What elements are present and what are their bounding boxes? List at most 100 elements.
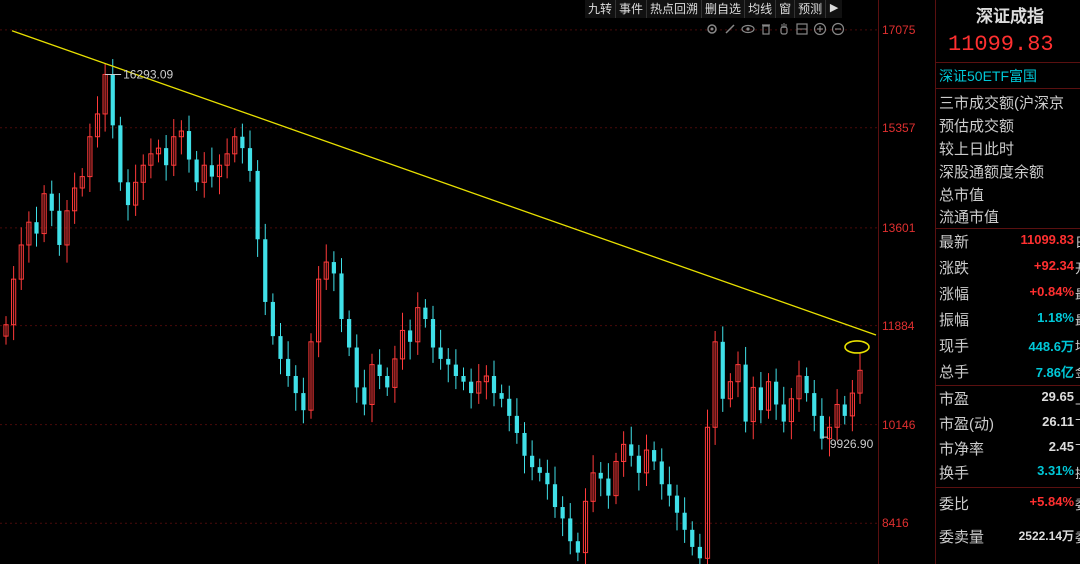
- candle-body: [758, 387, 763, 411]
- candle-body: [804, 376, 809, 394]
- zoom-out-icon[interactable]: [831, 22, 845, 36]
- y-tick-label: 11884: [882, 318, 915, 333]
- divider: [936, 228, 1080, 229]
- candle-body: [377, 364, 382, 376]
- draw-icon[interactable]: [723, 22, 737, 36]
- divider: [936, 385, 1080, 386]
- candle-body: [110, 74, 115, 126]
- row-total-volume-value: 7.86亿: [1035, 365, 1074, 380]
- row-pe-label: 市盈: [939, 391, 970, 408]
- candle-body: [347, 319, 352, 348]
- candle-body: [469, 381, 474, 394]
- row-change-pct-label: 涨幅: [939, 286, 970, 303]
- hand-icon[interactable]: [777, 22, 791, 36]
- candle-body: [34, 222, 39, 234]
- candle-body: [842, 404, 847, 416]
- candle-body: [720, 341, 725, 399]
- row-latest-value: 11099.83: [1020, 232, 1074, 247]
- moving-average-button[interactable]: 均线: [744, 0, 775, 18]
- collapse-arrow-icon[interactable]: ▶: [825, 0, 842, 18]
- row-turnover-value: 3.31%: [1037, 463, 1074, 478]
- related-etf-link[interactable]: 深证50ETF富国: [939, 66, 1037, 86]
- chart-canvas[interactable]: 16293.09 9926.90: [0, 0, 878, 564]
- candle-body: [286, 358, 291, 376]
- candle-body: [385, 376, 390, 388]
- y-tick-label: 8416: [882, 516, 909, 531]
- tool-event-button[interactable]: 事件: [615, 0, 646, 18]
- candle-body: [690, 529, 695, 547]
- candle-body: [629, 444, 634, 456]
- candle-body: [667, 484, 672, 496]
- row-current-volume-suffix: 均: [1075, 336, 1080, 355]
- candle-body: [57, 210, 62, 245]
- row-pe-dynamic-label: 市盈(动): [939, 416, 994, 433]
- row-total-volume-label: 总手: [939, 364, 970, 381]
- candle-body: [499, 393, 504, 399]
- row-bid-ratio-value: +5.84%: [1029, 494, 1074, 509]
- candle-body: [438, 347, 443, 359]
- y-tick-label: 13601: [882, 220, 916, 235]
- row-ask-volume-value: 2522.14万: [1018, 529, 1074, 543]
- row-change-pct-value: +0.84%: [1029, 284, 1074, 299]
- layers-icon[interactable]: [795, 22, 809, 36]
- highlight-ellipse: [844, 340, 870, 354]
- candle-body: [186, 131, 192, 160]
- trash-icon[interactable]: [759, 22, 773, 36]
- candle-body: [354, 347, 359, 388]
- candle-body: [568, 518, 573, 542]
- candle-body: [49, 193, 54, 211]
- remove-favorite-button[interactable]: 删自选: [701, 0, 744, 18]
- row-change-value: +92.34: [1033, 258, 1074, 273]
- row-total-volume-suffix: 金: [1075, 362, 1080, 381]
- candle-body: [247, 148, 253, 171]
- info-float-market-cap: 流通市值: [939, 209, 1000, 226]
- candle-body: [522, 432, 527, 456]
- zoom-in-icon[interactable]: [813, 22, 827, 36]
- row-change-suffix: 开: [1075, 258, 1080, 277]
- row-bid-ratio-label: 委比: [939, 496, 970, 513]
- candle-body: [408, 330, 413, 342]
- candle-body: [682, 512, 687, 530]
- candle-body: [537, 467, 542, 473]
- candle-body: [446, 358, 451, 365]
- candle-body: [453, 364, 458, 376]
- row-ask-volume-label: 委卖量: [939, 529, 985, 546]
- tool-hotspot-button[interactable]: 热点回溯: [646, 0, 701, 18]
- candle-body: [598, 472, 603, 479]
- candle-body: [652, 450, 657, 462]
- window-button[interactable]: 窗: [775, 0, 794, 18]
- info-turnover-three-markets: 三市成交额(沪深京: [939, 95, 1064, 112]
- row-latest-label: 最新: [939, 234, 970, 251]
- info-vs-yesterday: 较上日此时: [939, 141, 1015, 158]
- row-pe-value: 29.65: [1041, 389, 1074, 404]
- candle-body: [575, 541, 580, 553]
- divider: [936, 62, 1080, 63]
- tool-jiuzhuan-button[interactable]: 九转: [585, 0, 615, 18]
- eye-icon[interactable]: [741, 22, 755, 36]
- candle-body: [240, 136, 245, 149]
- candle-body: [125, 182, 131, 206]
- divider: [936, 487, 1080, 488]
- candle-body: [560, 507, 565, 519]
- row-bid-ratio-suffix: 委: [1075, 494, 1080, 513]
- candle-body: [507, 398, 512, 416]
- candle-body: [552, 484, 558, 508]
- candle-body: [362, 387, 367, 405]
- chart-toolbar: 九转 事件 热点回溯 删自选 均线 窗 预测 ▶: [585, 0, 843, 18]
- high-label: 16293.09: [123, 67, 173, 81]
- row-current-volume-label: 现手: [939, 338, 970, 355]
- candle-body: [812, 393, 817, 416]
- settings-icon[interactable]: [705, 22, 719, 36]
- candle-body: [514, 415, 519, 433]
- candle-body: [636, 455, 641, 473]
- row-ask-volume-suffix: 委: [1075, 527, 1080, 546]
- y-tick-label: 10146: [882, 417, 916, 432]
- candle-body: [781, 404, 786, 422]
- candle-body: [659, 461, 664, 485]
- forecast-button[interactable]: 预测: [794, 0, 825, 18]
- candle-body: [774, 381, 779, 405]
- candle-body: [255, 170, 260, 240]
- y-tick-label: 15357: [882, 120, 916, 135]
- candle-body: [194, 159, 199, 183]
- kline-chart[interactable]: 16293.09 9926.90: [0, 0, 935, 564]
